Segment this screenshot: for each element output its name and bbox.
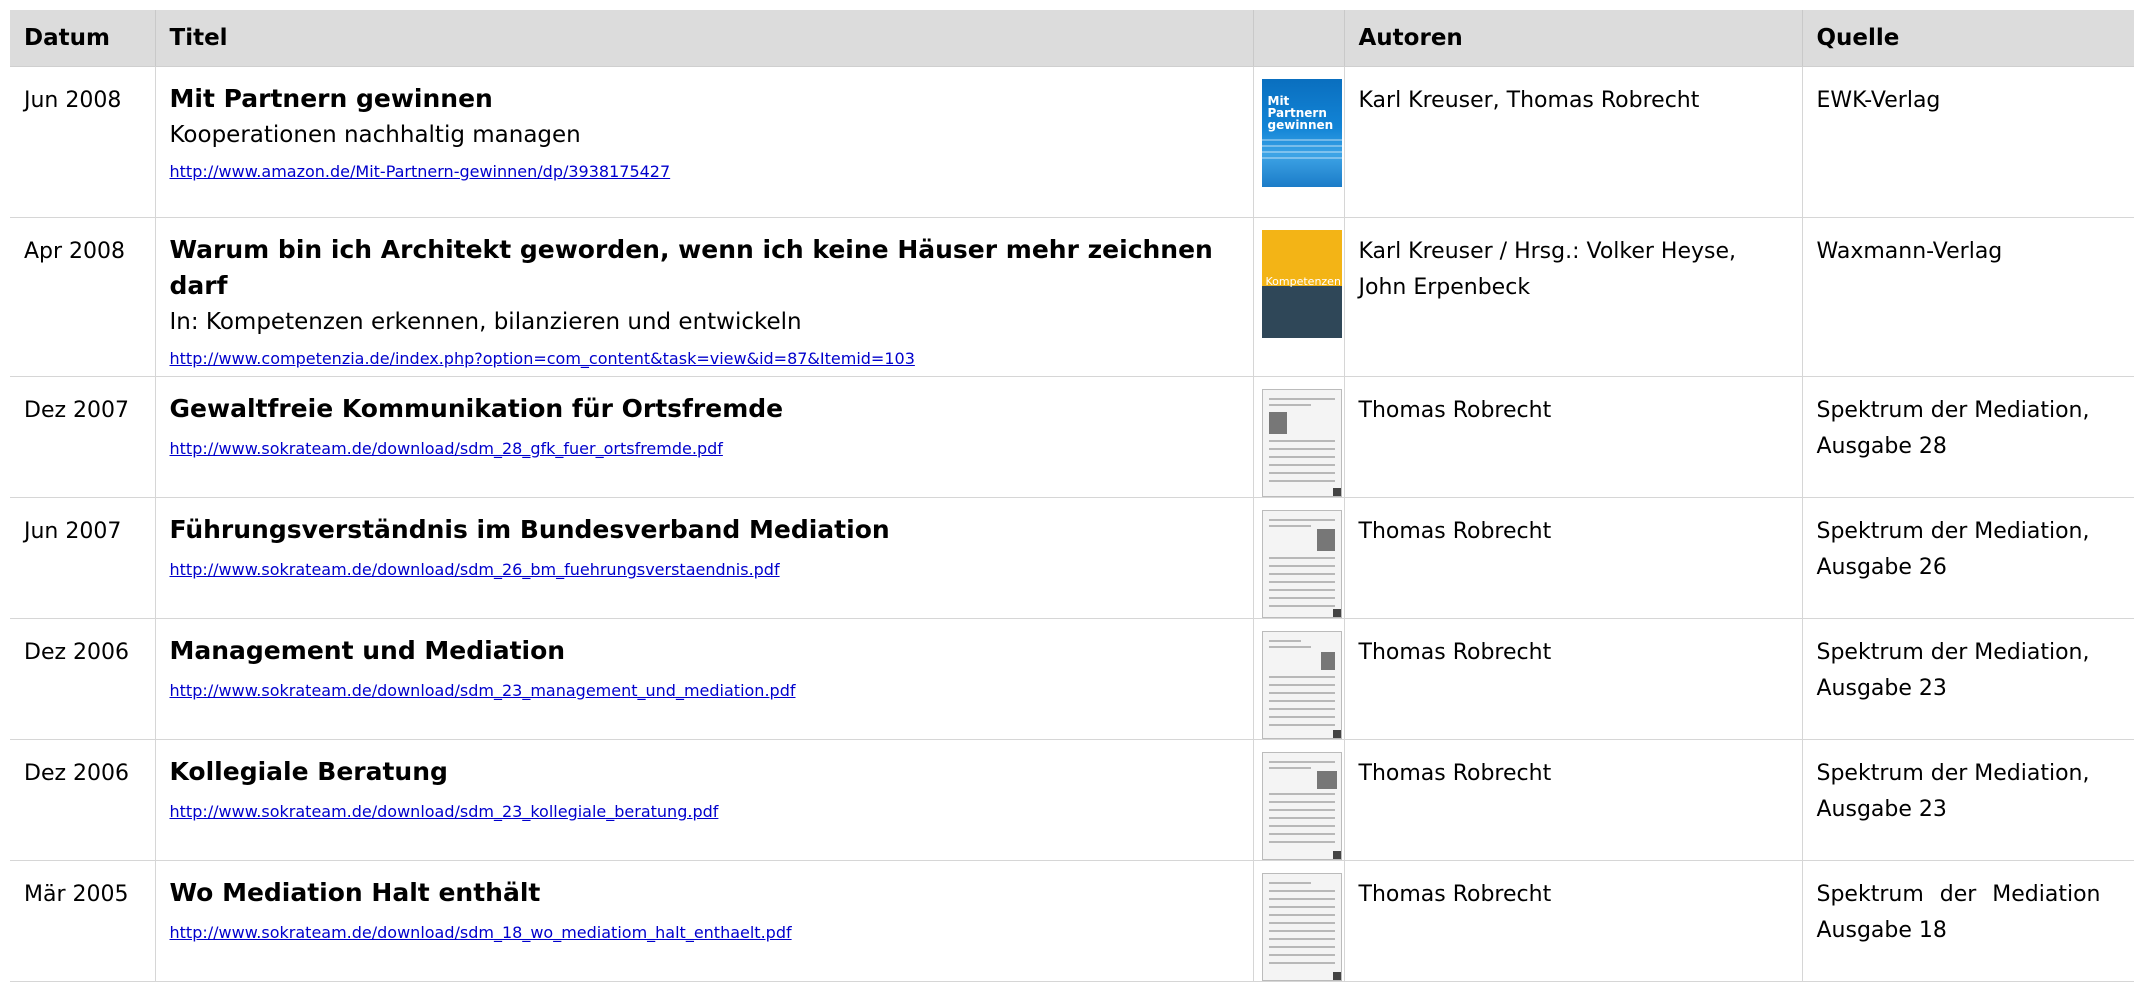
publication-title: Gewaltfreie Kommunikation für Ortsfremde bbox=[169, 394, 784, 423]
row-title-cell: Kollegiale Beratung http://www.sokrateam… bbox=[155, 739, 1254, 861]
publication-title: Führungsverständnis im Bundesverband Med… bbox=[169, 515, 890, 544]
row-date: Apr 2008 bbox=[10, 217, 156, 377]
publication-title: Kollegiale Beratung bbox=[169, 757, 448, 786]
row-authors: Thomas Robrecht bbox=[1344, 618, 1803, 740]
table-row: Dez 2006 Management und Mediation http:/… bbox=[10, 618, 2134, 740]
publication-title: Warum bin ich Architekt geworden, wenn i… bbox=[169, 235, 1213, 300]
publication-link[interactable]: http://www.amazon.de/Mit-Partnern-gewinn… bbox=[170, 160, 671, 184]
row-authors: Karl Kreuser / Hrsg.: Volker Heyse, John… bbox=[1344, 217, 1803, 377]
source-line: Ausgabe 23 bbox=[1816, 797, 1947, 822]
header-row: Datum Titel Autoren Quelle bbox=[10, 10, 2134, 67]
source-line: Ausgabe 23 bbox=[1816, 676, 1947, 701]
row-date: Jun 2007 bbox=[10, 497, 156, 619]
document-thumbnail[interactable] bbox=[1261, 510, 1342, 618]
source-line: Spektrum der Mediation, bbox=[1816, 519, 2090, 544]
document-thumbnail[interactable] bbox=[1261, 752, 1342, 860]
publication-title: Management und Mediation bbox=[169, 636, 566, 665]
row-title-cell: Wo Mediation Halt enthält http://www.sok… bbox=[155, 860, 1254, 982]
table-row: Apr 2008 Warum bin ich Architekt geworde… bbox=[10, 217, 2134, 377]
source-line: Spektrum der Mediation bbox=[1816, 882, 2101, 907]
row-source: EWK-Verlag bbox=[1802, 66, 2134, 218]
book-cover-title: Kompetenzen bbox=[1265, 275, 1341, 288]
table-row: Dez 2007 Gewaltfreie Kommunikation für O… bbox=[10, 376, 2134, 498]
row-source: Spektrum der Mediation Ausgabe 18 bbox=[1802, 860, 2134, 982]
publication-title: Mit Partnern gewinnen bbox=[169, 84, 493, 113]
row-authors: Thomas Robrecht bbox=[1344, 376, 1803, 498]
table-row: Dez 2006 Kollegiale Beratung http://www.… bbox=[10, 739, 2134, 861]
header-cover bbox=[1253, 10, 1345, 67]
row-title-cell: Gewaltfreie Kommunikation für Ortsfremde… bbox=[155, 376, 1254, 498]
header-quelle: Quelle bbox=[1802, 10, 2134, 67]
row-source: Waxmann-Verlag bbox=[1802, 217, 2134, 377]
source-line: Spektrum der Mediation, bbox=[1816, 640, 2090, 665]
cover-cell bbox=[1253, 376, 1345, 498]
cover-cell: Kompetenzen bbox=[1253, 217, 1345, 377]
publication-link[interactable]: http://www.sokrateam.de/download/sdm_26_… bbox=[170, 558, 780, 582]
row-date: Dez 2006 bbox=[10, 618, 156, 740]
row-source: Spektrum der Mediation, Ausgabe 26 bbox=[1802, 497, 2134, 619]
book-cover-image[interactable]: Kompetenzen bbox=[1261, 230, 1342, 338]
publication-link[interactable]: http://www.sokrateam.de/download/sdm_28_… bbox=[170, 437, 723, 461]
document-thumbnail[interactable] bbox=[1261, 389, 1342, 497]
row-date: Dez 2007 bbox=[10, 376, 156, 498]
publication-title: Wo Mediation Halt enthält bbox=[169, 878, 541, 907]
cover-cell bbox=[1253, 739, 1345, 861]
publications-table: Datum Titel Autoren Quelle Jun 2008 Mit … bbox=[10, 10, 2134, 982]
cover-cell: Mit Partnern gewinnen bbox=[1253, 66, 1345, 218]
source-line: Spektrum der Mediation, bbox=[1816, 398, 2090, 423]
row-authors: Thomas Robrecht bbox=[1344, 739, 1803, 861]
row-authors: Thomas Robrecht bbox=[1344, 860, 1803, 982]
row-authors: Thomas Robrecht bbox=[1344, 497, 1803, 619]
row-source: Spektrum der Mediation, Ausgabe 23 bbox=[1802, 739, 2134, 861]
header-datum: Datum bbox=[10, 10, 156, 67]
table-row: Jun 2008 Mit Partnern gewinnen Kooperati… bbox=[10, 66, 2134, 218]
row-title-cell: Warum bin ich Architekt geworden, wenn i… bbox=[155, 217, 1254, 377]
table-row: Jun 2007 Führungsverständnis im Bundesve… bbox=[10, 497, 2134, 619]
source-line: Ausgabe 28 bbox=[1816, 434, 1947, 459]
book-cover-title: Mit Partnern gewinnen bbox=[1267, 94, 1334, 132]
row-date: Dez 2006 bbox=[10, 739, 156, 861]
document-thumbnail[interactable] bbox=[1261, 631, 1342, 739]
row-title-cell: Mit Partnern gewinnen Kooperationen nach… bbox=[155, 66, 1254, 218]
book-cover-image[interactable]: Mit Partnern gewinnen bbox=[1261, 79, 1342, 187]
publication-link[interactable]: http://www.sokrateam.de/download/sdm_23_… bbox=[170, 679, 796, 703]
source-line: Spektrum der Mediation, bbox=[1816, 761, 2090, 786]
publication-link[interactable]: http://www.sokrateam.de/download/sdm_23_… bbox=[170, 800, 719, 824]
publication-link[interactable]: http://www.sokrateam.de/download/sdm_18_… bbox=[170, 921, 792, 945]
row-date: Jun 2008 bbox=[10, 66, 156, 218]
cover-cell bbox=[1253, 860, 1345, 982]
document-thumbnail[interactable] bbox=[1261, 873, 1342, 981]
header-autoren: Autoren bbox=[1344, 10, 1803, 67]
cover-cell bbox=[1253, 497, 1345, 619]
row-authors: Karl Kreuser, Thomas Robrecht bbox=[1344, 66, 1803, 218]
source-line: Ausgabe 26 bbox=[1816, 555, 1947, 580]
header-titel: Titel bbox=[155, 10, 1254, 67]
row-source: Spektrum der Mediation, Ausgabe 23 bbox=[1802, 618, 2134, 740]
row-source: Spektrum der Mediation, Ausgabe 28 bbox=[1802, 376, 2134, 498]
publication-link[interactable]: http://www.competenzia.de/index.php?opti… bbox=[170, 347, 915, 371]
cover-cell bbox=[1253, 618, 1345, 740]
row-date: Mär 2005 bbox=[10, 860, 156, 982]
publication-subtitle: In: Kompetenzen erkennen, bilanzieren un… bbox=[169, 309, 802, 335]
row-title-cell: Management und Mediation http://www.sokr… bbox=[155, 618, 1254, 740]
row-title-cell: Führungsverständnis im Bundesverband Med… bbox=[155, 497, 1254, 619]
table-row: Mär 2005 Wo Mediation Halt enthält http:… bbox=[10, 860, 2134, 982]
source-line: Ausgabe 18 bbox=[1816, 918, 1947, 943]
publication-subtitle: Kooperationen nachhaltig managen bbox=[169, 122, 581, 148]
